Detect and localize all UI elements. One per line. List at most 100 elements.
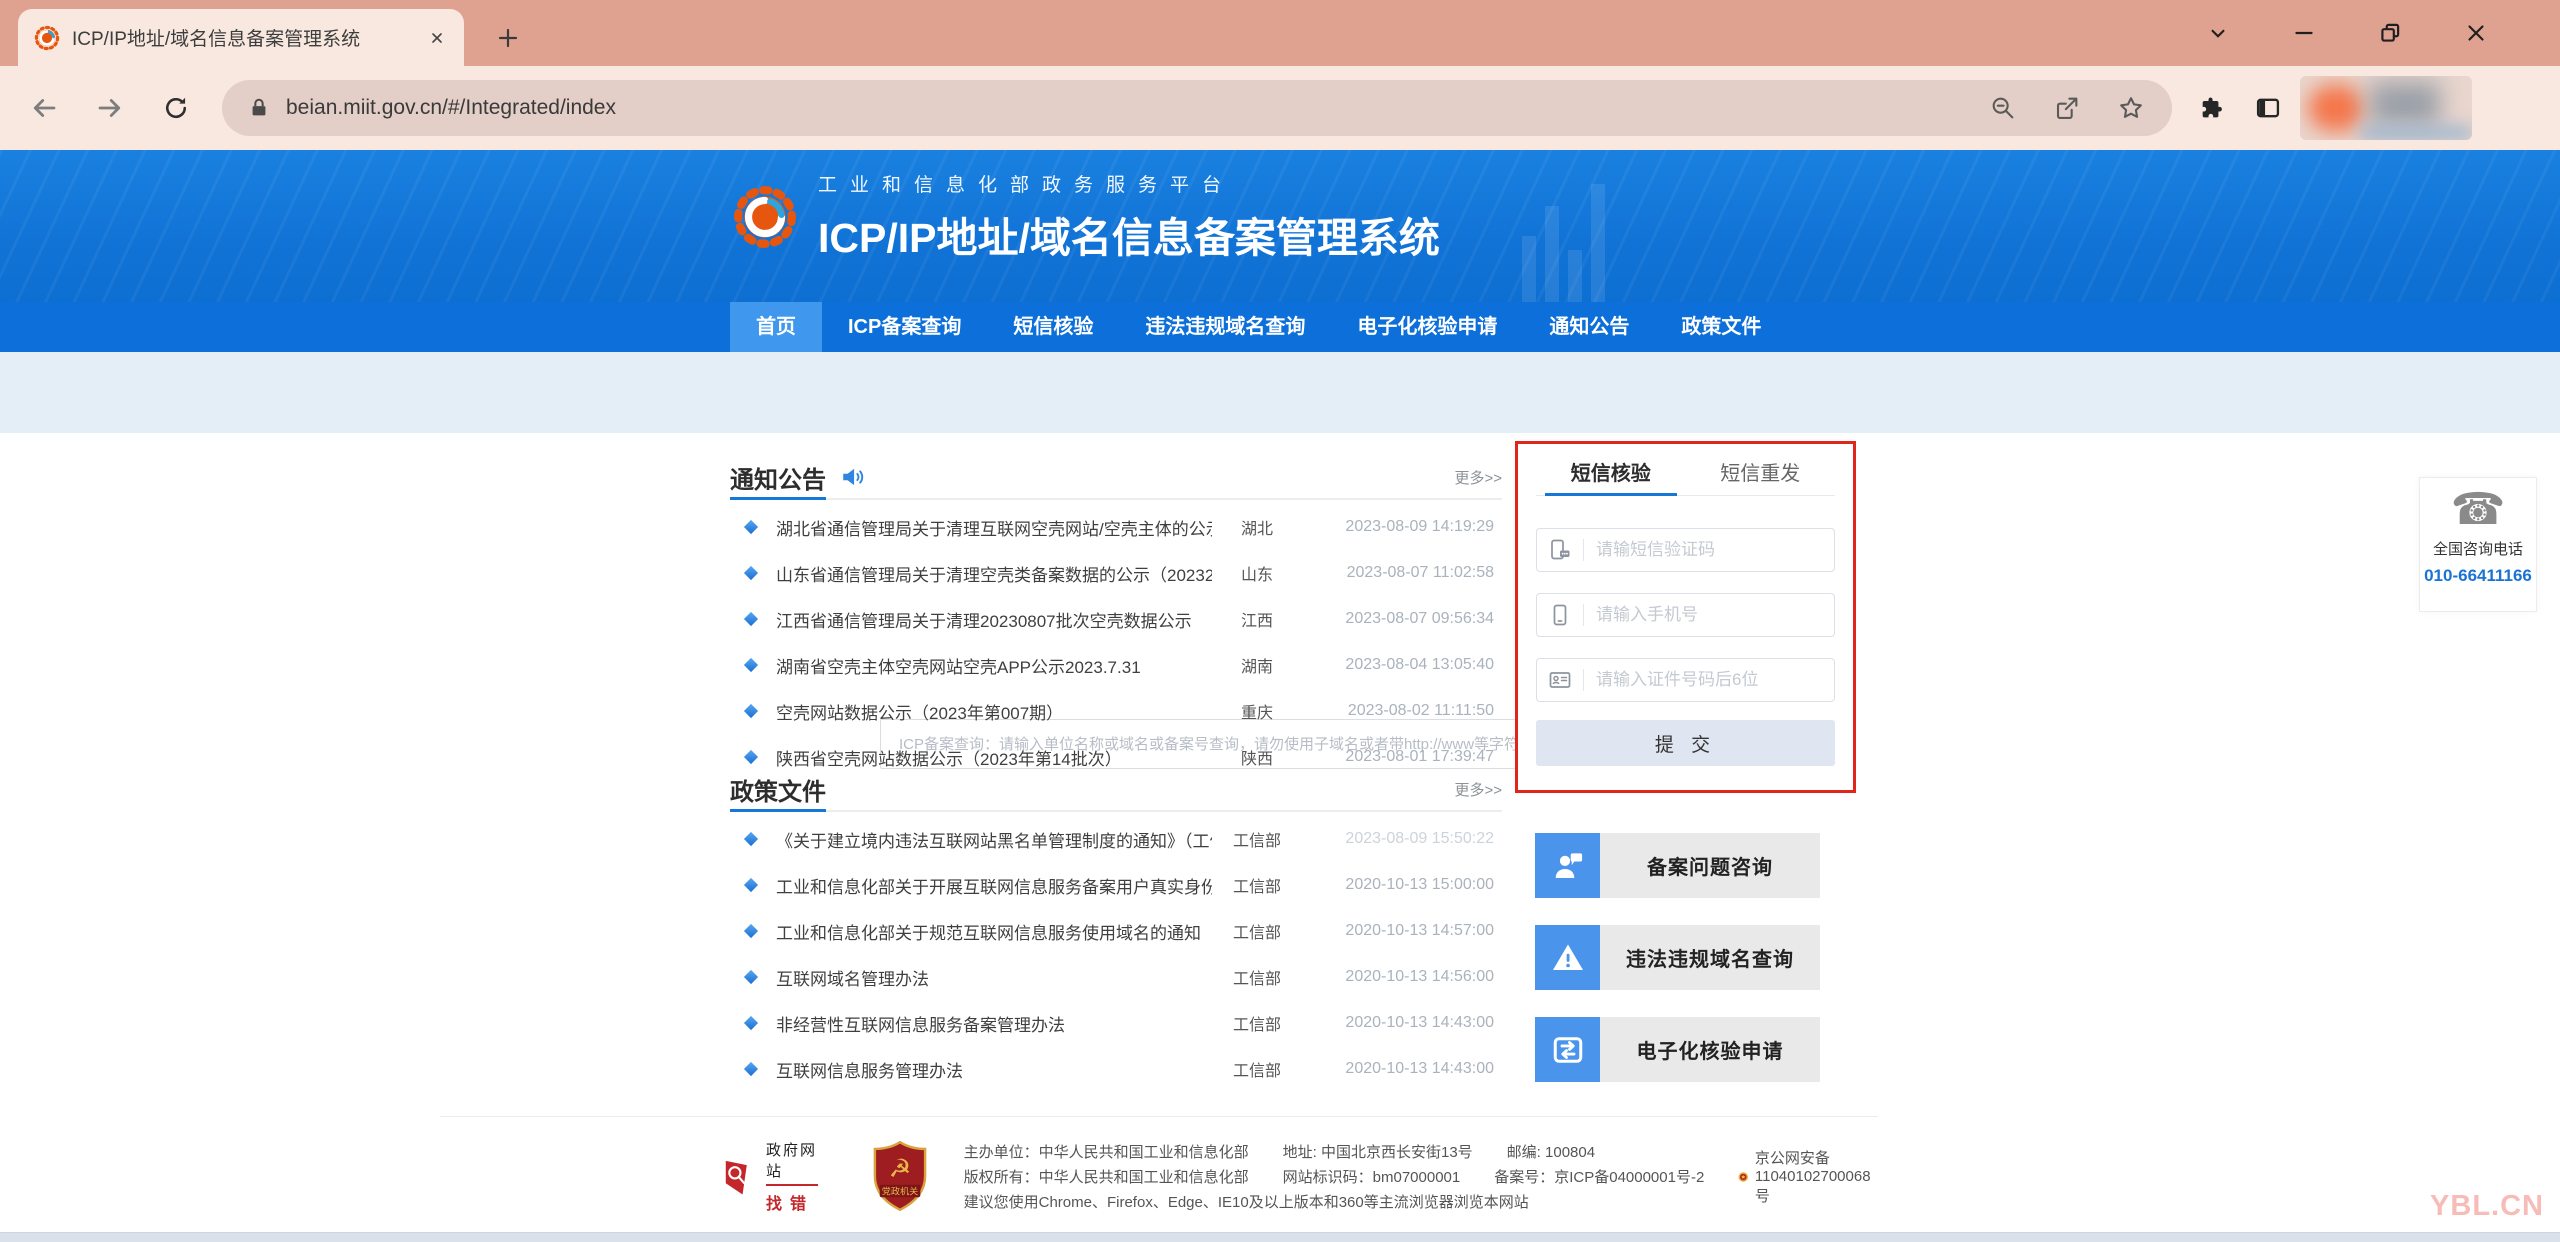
policy-list-item[interactable]: 工业和信息化部关于开展互联网信息服务备案用户真实身份信息电 工信部 2020-1… xyxy=(730,862,1502,908)
tab-close-icon[interactable] xyxy=(424,25,450,51)
watermark: YBL.CN xyxy=(2430,1190,2544,1223)
tab-search-chevron-icon[interactable] xyxy=(2204,19,2232,47)
diamond-bullet-icon xyxy=(744,658,758,672)
policy-list-item[interactable]: 工业和信息化部关于规范互联网信息服务使用域名的通知 工信部 2020-10-13… xyxy=(730,908,1502,954)
site-favicon-icon xyxy=(34,25,60,51)
quick-links: 备案问题咨询 违法违规域名查询 电子化核验申请 xyxy=(1535,833,1820,1109)
back-button[interactable] xyxy=(28,92,60,124)
notices-title: 通知公告 xyxy=(730,460,826,495)
address-bar[interactable]: beian.miit.gov.cn/#/Integrated/index xyxy=(222,80,2172,136)
notices-more-link[interactable]: 更多>> xyxy=(1454,467,1502,488)
policy-list-item[interactable]: 互联网域名管理办法 工信部 2020-10-13 14:56:00 xyxy=(730,954,1502,1000)
find-error-line1: 政府网站 xyxy=(766,1139,818,1186)
consult-button[interactable]: 备案问题咨询 xyxy=(1535,833,1820,898)
illegal-domain-query-label: 违法违规域名查询 xyxy=(1600,925,1820,990)
speaker-icon xyxy=(840,464,866,490)
nav-item-home[interactable]: 首页 xyxy=(730,302,822,352)
reload-button[interactable] xyxy=(160,92,192,124)
window-close-button[interactable] xyxy=(2462,19,2490,47)
sms-verification-panel: 短信核验 短信重发 提 交 xyxy=(1515,441,1856,793)
notice-list-item[interactable]: 江西省通信管理局关于清理20230807批次空壳数据公示 江西 2023-08-… xyxy=(730,596,1502,642)
screen: ICP/IP地址/域名信息备案管理系统 xyxy=(0,0,2560,1242)
telephone-icon: ☎ xyxy=(2420,486,2536,534)
diamond-bullet-icon xyxy=(744,832,758,846)
nav-item-illegal-domain[interactable]: 违法违规域名查询 xyxy=(1119,302,1331,352)
policies-section: 政策文件 更多>> 《关于建立境内违法互联网站黑名单管理制度的通知》（工信部联 … xyxy=(730,768,1502,1092)
id-card-icon xyxy=(1537,668,1583,692)
consult-icon xyxy=(1535,833,1600,898)
diamond-bullet-icon xyxy=(744,520,758,534)
nav-item-notices[interactable]: 通知公告 xyxy=(1523,302,1655,352)
side-panel-icon[interactable] xyxy=(2252,92,2284,124)
footer-browser-advice: 建议您使用Chrome、Firefox、Edge、IE10及以上版本和360等主… xyxy=(964,1191,1529,1212)
footer-host-unit: 主办单位：中华人民共和国工业和信息化部 xyxy=(964,1141,1249,1162)
main-nav: 首页 ICP备案查询 短信核验 违法违规域名查询 电子化核验申请 通知公告 政策… xyxy=(0,302,2560,352)
e-verify-apply-button[interactable]: 电子化核验申请 xyxy=(1535,1017,1820,1082)
phone-number-input[interactable] xyxy=(1584,605,1834,625)
banner-subtitle: 工业和信息化部政务服务平台 xyxy=(818,170,1440,197)
find-error-line2: 找错 xyxy=(766,1190,818,1214)
lock-icon xyxy=(248,97,270,119)
policies-more-link[interactable]: 更多>> xyxy=(1454,779,1502,800)
policy-list-item[interactable]: 非经营性互联网信息服务备案管理办法 工信部 2020-10-13 14:43:0… xyxy=(730,1000,1502,1046)
nav-item-e-verify[interactable]: 电子化核验申请 xyxy=(1331,302,1523,352)
hotline-label: 全国咨询电话 xyxy=(2420,538,2536,559)
police-filing-link[interactable]: 京公网安备 11040102700068号 xyxy=(1738,1147,1878,1206)
footer-address: 地址: 中国北京西长安街13号 xyxy=(1283,1141,1473,1162)
url-text: beian.miit.gov.cn/#/Integrated/index xyxy=(286,96,1954,120)
notice-list-item[interactable]: 湖北省通信管理局关于清理互联网空壳网站/空壳主体的公示 湖北 2023-08-0… xyxy=(730,504,1502,550)
nav-item-sms-verify[interactable]: 短信核验 xyxy=(987,302,1119,352)
site-banner: 工业和信息化部政务服务平台 ICP/IP地址/域名信息备案管理系统 xyxy=(0,150,2560,302)
extensions-puzzle-icon[interactable] xyxy=(2196,92,2228,124)
find-error-icon xyxy=(723,1151,758,1203)
diamond-bullet-icon xyxy=(744,1016,758,1030)
footer-icp-number[interactable]: 备案号：京ICP备04000001号-2 xyxy=(1494,1166,1704,1187)
diamond-bullet-icon xyxy=(744,878,758,892)
diamond-bullet-icon xyxy=(744,612,758,626)
site-title: ICP/IP地址/域名信息备案管理系统 xyxy=(818,204,1440,264)
nav-item-policies[interactable]: 政策文件 xyxy=(1655,302,1787,352)
hotline-number[interactable]: 010-66411166 xyxy=(2420,566,2536,586)
e-verify-apply-label: 电子化核验申请 xyxy=(1600,1017,1820,1082)
policies-active-underline xyxy=(730,809,826,812)
tab-sms-verify[interactable]: 短信核验 xyxy=(1536,456,1686,495)
policies-title: 政策文件 xyxy=(730,772,826,807)
notice-list-item[interactable]: 湖南省空壳主体空壳网站空壳APP公示2023.7.31 湖南 2023-08-0… xyxy=(730,642,1502,688)
illegal-domain-query-button[interactable]: 违法违规域名查询 xyxy=(1535,925,1820,990)
sms-code-input[interactable] xyxy=(1584,540,1834,560)
window-minimize-button[interactable] xyxy=(2290,19,2318,47)
tab-sms-resend[interactable]: 短信重发 xyxy=(1686,456,1836,495)
gov-site-find-error-logo[interactable]: 政府网站 找错 xyxy=(723,1139,818,1214)
hotline-card: ☎ 全国咨询电话 010-66411166 xyxy=(2419,477,2537,612)
notices-active-underline xyxy=(730,497,826,500)
footer-site-code: 网站标识码：bm07000001 xyxy=(1283,1166,1461,1187)
new-tab-button[interactable] xyxy=(492,22,524,54)
diamond-bullet-icon xyxy=(744,566,758,580)
banner-decoration xyxy=(1568,250,1582,302)
notice-list-item[interactable]: 山东省通信管理局关于清理空壳类备案数据的公示（202326批次） 山东 2023… xyxy=(730,550,1502,596)
browser-tab[interactable]: ICP/IP地址/域名信息备案管理系统 xyxy=(18,9,464,66)
zoom-out-icon[interactable] xyxy=(1988,93,2018,123)
browser-tab-strip: ICP/IP地址/域名信息备案管理系统 xyxy=(0,0,2560,66)
warning-icon xyxy=(1535,925,1600,990)
bookmark-star-icon[interactable] xyxy=(2116,93,2146,123)
window-restore-button[interactable] xyxy=(2376,19,2404,47)
diamond-bullet-icon xyxy=(744,704,758,718)
forward-button[interactable] xyxy=(94,92,126,124)
nav-item-icp-query[interactable]: ICP备案查询 xyxy=(822,302,987,352)
police-badge-icon xyxy=(1738,1168,1749,1186)
policy-list-item[interactable]: 《关于建立境内违法互联网站黑名单管理制度的通知》（工信部联 工信部 2023-0… xyxy=(730,816,1502,862)
police-filing-number: 京公网安备 11040102700068号 xyxy=(1755,1147,1878,1206)
notice-list-item[interactable]: 空壳网站数据公示（2023年第007期） 重庆 2023-08-02 11:11… xyxy=(730,688,1502,734)
share-icon[interactable] xyxy=(2052,93,2082,123)
diamond-bullet-icon xyxy=(744,970,758,984)
search-section: 搜索 xyxy=(0,352,2560,433)
policy-list-item[interactable]: 互联网信息服务管理办法 工信部 2020-10-13 14:43:00 xyxy=(730,1046,1502,1092)
tab-title: ICP/IP地址/域名信息备案管理系统 xyxy=(72,24,424,51)
id-number-input[interactable] xyxy=(1584,670,1834,690)
sms-submit-button[interactable]: 提 交 xyxy=(1536,720,1835,766)
horizontal-scrollbar[interactable] xyxy=(0,1232,2560,1242)
consult-label: 备案问题咨询 xyxy=(1600,833,1820,898)
party-gov-badge[interactable]: ☭ 党政机关 xyxy=(872,1139,928,1218)
profile-avatar[interactable] xyxy=(2300,76,2472,140)
